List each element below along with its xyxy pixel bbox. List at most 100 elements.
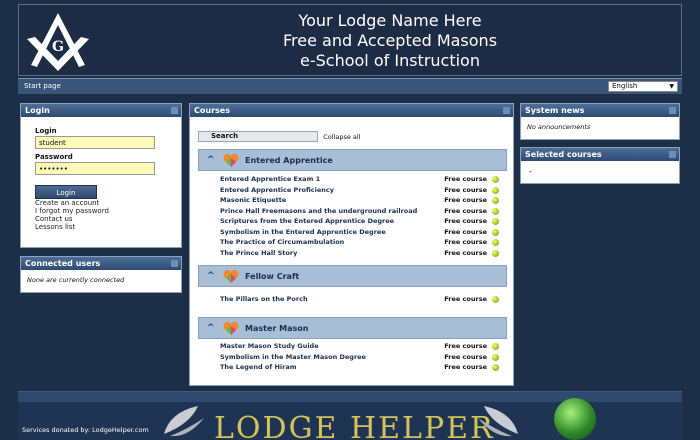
globe-icon xyxy=(554,398,596,440)
password-field[interactable]: ••••••• xyxy=(35,162,155,175)
free-course-label: Free course xyxy=(444,217,487,225)
language-select[interactable]: English ▼ xyxy=(608,81,678,92)
list-item[interactable]: Scriptures from the Entered Apprentice D… xyxy=(220,216,507,227)
category-name: Entered Apprentice xyxy=(245,156,333,165)
system-news-title-text: System news xyxy=(525,106,585,115)
course-status-icon xyxy=(492,228,499,236)
course-status-icon xyxy=(492,197,499,204)
course-status-icon xyxy=(492,239,499,246)
search-input[interactable]: Search xyxy=(198,131,318,142)
list-item[interactable]: The Legend of Hiram Free course xyxy=(220,362,507,373)
free-course-label: Free course xyxy=(444,363,487,371)
login-field[interactable]: student xyxy=(35,136,155,149)
course-title[interactable]: Symbolism in the Entered Apprentice Degr… xyxy=(220,228,386,236)
course-status-icon xyxy=(492,343,499,350)
free-course-label: Free course xyxy=(444,352,487,361)
list-item[interactable]: Symbolism in the Entered Apprentice Degr… xyxy=(220,227,507,238)
login-button[interactable]: Login xyxy=(35,185,97,199)
title-line-3: e-School of Instruction xyxy=(300,51,480,70)
course-title[interactable]: Scriptures from the Entered Apprentice D… xyxy=(220,217,394,225)
lodge-helper-logo: LODGE HELPER xyxy=(214,411,495,440)
list-item[interactable]: Symbolism in the Master Mason Degree Free… xyxy=(220,352,507,363)
category-fellow-craft[interactable]: ^ Fellow Craft xyxy=(198,265,507,287)
selected-courses-title-text: Selected courses xyxy=(525,150,602,159)
free-course-label: Free course xyxy=(444,238,487,246)
contact-us-link[interactable]: Contact us xyxy=(35,215,167,223)
heart-icon xyxy=(223,270,239,283)
course-title[interactable]: The Pillars on the Porch xyxy=(220,295,308,303)
list-item[interactable]: The Prince Hall Story Free course xyxy=(220,248,507,259)
chevron-down-icon: ▼ xyxy=(669,83,674,90)
start-page-link[interactable]: Start page xyxy=(24,82,61,90)
course-title[interactable]: Prince Hall Freemasons and the undergrou… xyxy=(220,207,417,215)
login-links: Create an account I forgot my password C… xyxy=(35,199,167,231)
free-course-label: Free course xyxy=(444,248,487,257)
list-item[interactable]: Entered Apprentice Exam 1 Free course xyxy=(220,174,507,185)
title-line-2: Free and Accepted Masons xyxy=(282,31,498,50)
course-title[interactable]: Master Mason Study Guide xyxy=(220,342,319,350)
free-course-label: Free course xyxy=(444,196,487,204)
selected-courses-title: Selected courses xyxy=(521,148,679,161)
courses-panel: Courses Search Collapse all ^ Entered Ap… xyxy=(189,103,514,386)
course-title[interactable]: Entered Apprentice Exam 1 xyxy=(220,175,320,183)
site-footer: Services donated by: LodgeHelper.com LOD… xyxy=(18,391,682,440)
category-name: Fellow Craft xyxy=(245,272,300,281)
forgot-password-link[interactable]: I forgot my password xyxy=(35,207,167,215)
svg-text:G: G xyxy=(52,39,64,55)
course-status-icon xyxy=(492,353,499,361)
minimize-icon[interactable] xyxy=(171,260,178,267)
course-title[interactable]: The Prince Hall Story xyxy=(220,249,297,257)
course-list: Entered Apprentice Exam 1 Free course Ent… xyxy=(220,174,507,258)
create-account-link[interactable]: Create an account xyxy=(35,199,167,207)
category-name: Master Mason xyxy=(245,324,309,333)
minimize-icon[interactable] xyxy=(669,151,676,158)
login-panel-title-text: Login xyxy=(25,106,50,115)
minimize-icon[interactable] xyxy=(503,107,510,114)
course-title[interactable]: Symbolism in the Master Mason Degree xyxy=(220,353,366,361)
category-entered-apprentice[interactable]: ^ Entered Apprentice xyxy=(198,149,507,171)
course-list: Master Mason Study Guide Free course Symb… xyxy=(220,341,507,373)
minimize-icon[interactable] xyxy=(669,107,676,114)
collapse-all-link[interactable]: Collapse all xyxy=(323,133,360,141)
course-title[interactable]: Entered Apprentice Proficiency xyxy=(220,186,334,194)
donated-by-text[interactable]: Services donated by: LodgeHelper.com xyxy=(22,426,149,434)
system-news-message: No announcements xyxy=(527,123,591,131)
course-title[interactable]: The Legend of Hiram xyxy=(220,363,296,371)
login-panel: Login Login student Password ••••••• Log… xyxy=(20,103,182,248)
connected-users-panel: Connected users None are currently conne… xyxy=(20,256,182,293)
login-panel-title: Login xyxy=(21,104,181,117)
connected-users-title: Connected users xyxy=(21,257,181,270)
list-item[interactable]: The Pillars on the Porch Free course xyxy=(220,294,507,305)
chevron-up-icon[interactable]: ^ xyxy=(207,323,215,333)
selected-courses-message: - xyxy=(529,167,532,176)
free-course-label: Free course xyxy=(444,227,487,236)
minimize-icon[interactable] xyxy=(171,107,178,114)
free-course-label: Free course xyxy=(444,185,487,194)
lessons-list-link[interactable]: Lessons list xyxy=(35,223,167,231)
list-item[interactable]: The Practice of Circumambulation Free cou… xyxy=(220,237,507,248)
list-item[interactable]: Entered Apprentice Proficiency Free cours… xyxy=(220,185,507,196)
heart-icon xyxy=(223,322,239,335)
course-title[interactable]: Masonic Etiquette xyxy=(220,196,286,204)
selected-courses-panel: Selected courses - xyxy=(520,147,680,184)
free-course-label: Free course xyxy=(444,175,487,183)
course-status-icon xyxy=(492,249,499,257)
course-list: The Pillars on the Porch Free course xyxy=(220,294,507,305)
free-course-label: Free course xyxy=(444,295,487,303)
connected-users-message: None are currently connected xyxy=(27,276,125,284)
square-compass-icon: G xyxy=(27,13,89,71)
system-news-title: System news xyxy=(521,104,679,117)
course-status-icon xyxy=(492,364,499,371)
nav-bar: Start page English ▼ xyxy=(18,78,682,94)
chevron-up-icon[interactable]: ^ xyxy=(207,155,215,165)
list-item[interactable]: Master Mason Study Guide Free course xyxy=(220,341,507,352)
chevron-up-icon[interactable]: ^ xyxy=(207,271,215,281)
lodge-title: Your Lodge Name Here Free and Accepted M… xyxy=(109,11,671,71)
laurel-leaf-icon xyxy=(164,406,204,437)
category-master-mason[interactable]: ^ Master Mason xyxy=(198,317,507,339)
course-status-icon xyxy=(492,207,499,215)
list-item[interactable]: Prince Hall Freemasons and the undergrou… xyxy=(220,206,507,217)
course-title[interactable]: The Practice of Circumambulation xyxy=(220,238,344,246)
site-header: G Your Lodge Name Here Free and Accepted… xyxy=(18,4,682,76)
list-item[interactable]: Masonic Etiquette Free course xyxy=(220,195,507,206)
